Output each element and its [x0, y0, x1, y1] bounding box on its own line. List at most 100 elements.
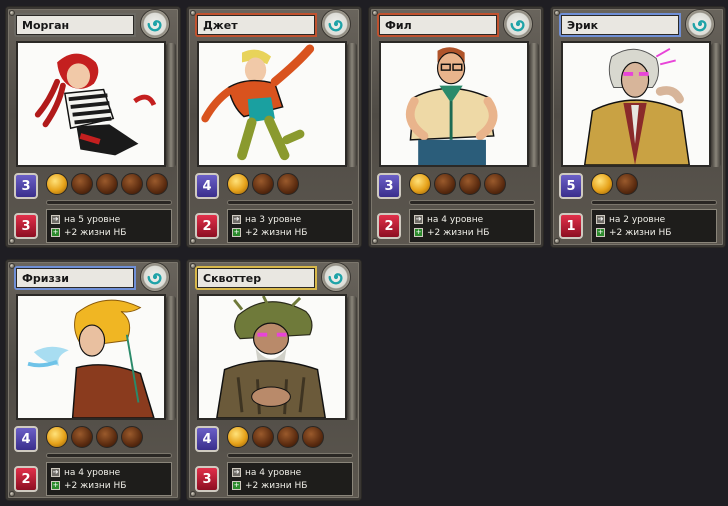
ability-orb-filled	[227, 173, 249, 195]
spiral-icon	[321, 9, 351, 39]
ability-requirement: на 4 уровне	[427, 214, 484, 225]
character-name: Фил	[385, 18, 412, 32]
spiral-icon	[321, 262, 351, 292]
pipe-decoration	[347, 296, 357, 420]
ability-panel: ➔ на 3 уровне + +2 жизни НБ	[227, 209, 353, 243]
xp-progress-bar	[227, 200, 353, 205]
arrow-icon: ➔	[51, 468, 60, 477]
arrow-icon: ➔	[232, 215, 241, 224]
ability-orb-empty	[121, 426, 143, 448]
ability-orb-empty	[302, 426, 324, 448]
character-portrait	[197, 294, 347, 420]
character-card-eric[interactable]: Эрик 5 1 ➔ на 2 уровне + +2 жизни НБ	[550, 6, 726, 248]
ability-bonus: +2 жизни НБ	[64, 480, 127, 491]
ability-bonus: +2 жизни НБ	[427, 227, 490, 238]
ability-orb-empty	[277, 426, 299, 448]
bolt-decoration	[190, 238, 196, 244]
spiral-icon	[503, 9, 533, 39]
xp-progress-bar	[591, 200, 717, 205]
ability-requirement: на 3 уровне	[245, 214, 302, 225]
ability-orb-empty	[252, 173, 274, 195]
ability-panel: ➔ на 4 уровне + +2 жизни НБ	[227, 462, 353, 496]
character-card-morgan[interactable]: Морган 3 3 ➔ на 5 уровне + +2 жизни НБ	[5, 6, 181, 248]
spiral-icon	[140, 262, 170, 292]
ability-orb-filled	[46, 426, 68, 448]
xp-progress-bar	[227, 453, 353, 458]
ability-orbs	[46, 426, 143, 448]
pipe-decoration	[166, 296, 176, 420]
character-name: Фриззи	[22, 271, 69, 285]
character-portrait	[197, 41, 347, 167]
ability-requirement: на 4 уровне	[64, 467, 121, 478]
ability-requirement: на 5 уровне	[64, 214, 121, 225]
spiral-icon	[685, 9, 715, 39]
character-portrait	[379, 41, 529, 167]
pipe-decoration	[166, 43, 176, 167]
plus-icon: +	[596, 228, 605, 237]
card-title-bar: Джет	[195, 13, 317, 37]
character-card-jet[interactable]: Джет 4 2 ➔ на 3 уровне + +2 жизни НБ	[186, 6, 362, 248]
level-badge: 4	[195, 426, 219, 452]
level-badge: 4	[195, 173, 219, 199]
ability-bonus: +2 жизни НБ	[64, 227, 127, 238]
character-card-squatter[interactable]: Сквоттер 4 3 ➔ на 4 уровне + +2 жизни НБ	[186, 259, 362, 501]
bolt-decoration	[190, 491, 196, 497]
ability-bonus: +2 жизни НБ	[245, 227, 308, 238]
plus-icon: +	[414, 228, 423, 237]
ability-panel: ➔ на 4 уровне + +2 жизни НБ	[46, 462, 172, 496]
ability-panel: ➔ на 5 уровне + +2 жизни НБ	[46, 209, 172, 243]
level-badge: 3	[377, 173, 401, 199]
ability-orb-empty	[96, 173, 118, 195]
xp-progress-bar	[409, 200, 535, 205]
ability-orb-empty	[459, 173, 481, 195]
character-card-frizzy[interactable]: Фриззи 4 2 ➔ на 4 уровне + +2 жизни НБ	[5, 259, 181, 501]
health-badge: 2	[14, 466, 38, 492]
spiral-icon	[140, 9, 170, 39]
ability-orb-empty	[434, 173, 456, 195]
bolt-decoration	[9, 491, 15, 497]
level-badge: 5	[559, 173, 583, 199]
ability-orbs	[227, 426, 324, 448]
arrow-icon: ➔	[414, 215, 423, 224]
ability-orb-empty	[484, 173, 506, 195]
arrow-icon: ➔	[596, 215, 605, 224]
pipe-decoration	[347, 43, 357, 167]
pipe-decoration	[711, 43, 721, 167]
xp-progress-bar	[46, 200, 172, 205]
ability-panel: ➔ на 4 уровне + +2 жизни НБ	[409, 209, 535, 243]
bolt-decoration	[372, 238, 378, 244]
plus-icon: +	[51, 481, 60, 490]
ability-orb-empty	[616, 173, 638, 195]
bolt-decoration	[554, 238, 560, 244]
character-name: Сквоттер	[203, 271, 262, 285]
card-title-bar: Фил	[377, 13, 499, 37]
card-title-bar: Морган	[14, 13, 136, 37]
ability-orb-filled	[591, 173, 613, 195]
character-card-phil[interactable]: Фил 3 2 ➔ на 4 уровне + +2 жизни НБ	[368, 6, 544, 248]
pipe-decoration	[529, 43, 539, 167]
card-title-bar: Сквоттер	[195, 266, 317, 290]
plus-icon: +	[232, 481, 241, 490]
character-name: Эрик	[567, 18, 599, 32]
plus-icon: +	[51, 228, 60, 237]
ability-requirement: на 4 уровне	[245, 467, 302, 478]
xp-progress-bar	[46, 453, 172, 458]
ability-orbs	[227, 173, 299, 195]
bolt-decoration	[9, 238, 15, 244]
health-badge: 3	[14, 213, 38, 239]
ability-orb-filled	[46, 173, 68, 195]
level-badge: 3	[14, 173, 38, 199]
ability-orb-empty	[252, 426, 274, 448]
level-badge: 4	[14, 426, 38, 452]
ability-orb-empty	[71, 173, 93, 195]
character-portrait	[561, 41, 711, 167]
arrow-icon: ➔	[51, 215, 60, 224]
ability-orbs	[591, 173, 638, 195]
character-name: Морган	[22, 18, 70, 32]
ability-orb-empty	[96, 426, 118, 448]
character-name: Джет	[203, 18, 238, 32]
plus-icon: +	[232, 228, 241, 237]
ability-bonus: +2 жизни НБ	[245, 480, 308, 491]
health-badge: 2	[377, 213, 401, 239]
ability-orbs	[409, 173, 506, 195]
